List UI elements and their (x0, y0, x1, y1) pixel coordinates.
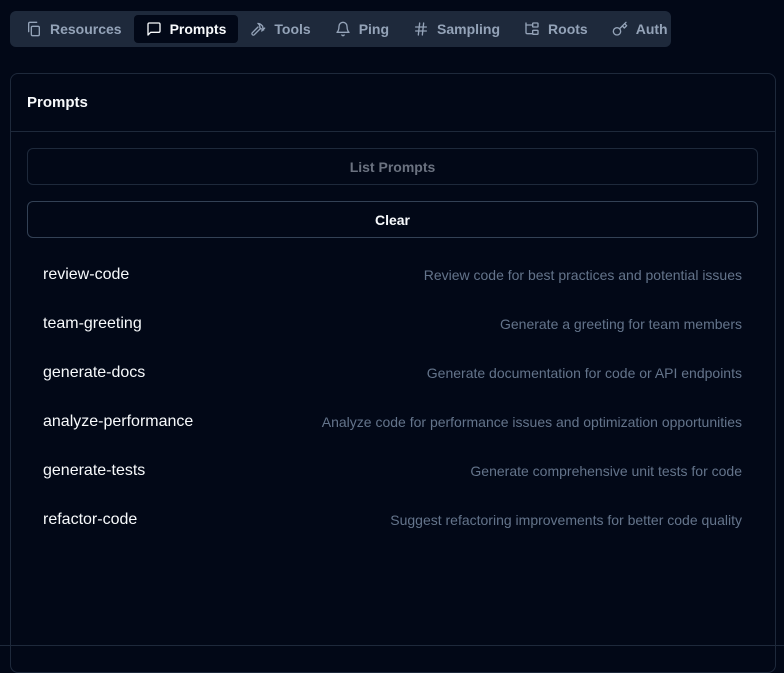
tab-label: Tools (274, 21, 311, 37)
key-icon (612, 21, 628, 37)
tab-bar: Resources Prompts Tools Ping Sampling Ro… (10, 11, 671, 47)
clear-button[interactable]: Clear (27, 201, 758, 238)
tab-sampling[interactable]: Sampling (401, 15, 512, 43)
prompts-panel: Prompts List Prompts Clear review-code R… (10, 73, 776, 673)
prompt-list: review-code Review code for best practic… (27, 250, 759, 544)
hammer-icon (250, 21, 266, 37)
tab-tools[interactable]: Tools (238, 15, 322, 43)
files-icon (26, 21, 42, 37)
tab-label: Sampling (437, 21, 501, 37)
list-prompts-button[interactable]: List Prompts (27, 148, 758, 185)
list-item[interactable]: generate-tests Generate comprehensive un… (27, 446, 758, 495)
tab-prompts[interactable]: Prompts (133, 15, 239, 43)
tab-resources[interactable]: Resources (14, 15, 134, 43)
message-square-icon (146, 21, 162, 37)
list-item[interactable]: refactor-code Suggest refactoring improv… (27, 495, 758, 544)
prompt-name: review-code (43, 265, 130, 283)
prompt-description: Analyze code for performance issues and … (321, 413, 742, 430)
list-item[interactable]: review-code Review code for best practic… (27, 250, 758, 299)
list-item[interactable]: analyze-performance Analyze code for per… (27, 397, 758, 446)
tab-label: Ping (358, 21, 390, 37)
prompt-name: team-greeting (43, 314, 142, 332)
prompt-name: analyze-performance (43, 412, 194, 430)
panel-title: Prompts (11, 74, 775, 132)
list-item[interactable]: generate-docs Generate documentation for… (27, 348, 758, 397)
prompt-description: Generate a greeting for team members (499, 315, 742, 332)
list-item[interactable]: team-greeting Generate a greeting for te… (27, 299, 758, 348)
tab-ping[interactable]: Ping (323, 15, 401, 43)
bell-icon (335, 21, 351, 37)
prompt-name: refactor-code (43, 510, 138, 528)
bottom-divider (0, 645, 784, 646)
tab-label: Resources (50, 21, 122, 37)
tab-auth[interactable]: Auth (600, 15, 680, 43)
prompt-description: Generate comprehensive unit tests for co… (470, 462, 742, 479)
prompt-description: Suggest refactoring improvements for bet… (390, 511, 742, 528)
prompt-description: Generate documentation for code or API e… (426, 364, 742, 381)
tab-label: Auth (635, 21, 668, 37)
folder-tree-icon (524, 21, 540, 37)
prompt-name: generate-docs (43, 363, 146, 381)
prompt-description: Review code for best practices and poten… (423, 266, 742, 283)
tab-label: Prompts (169, 21, 227, 37)
hash-icon (413, 21, 429, 37)
prompt-name: generate-tests (43, 461, 146, 479)
tab-label: Roots (548, 21, 588, 37)
tab-roots[interactable]: Roots (512, 15, 600, 43)
